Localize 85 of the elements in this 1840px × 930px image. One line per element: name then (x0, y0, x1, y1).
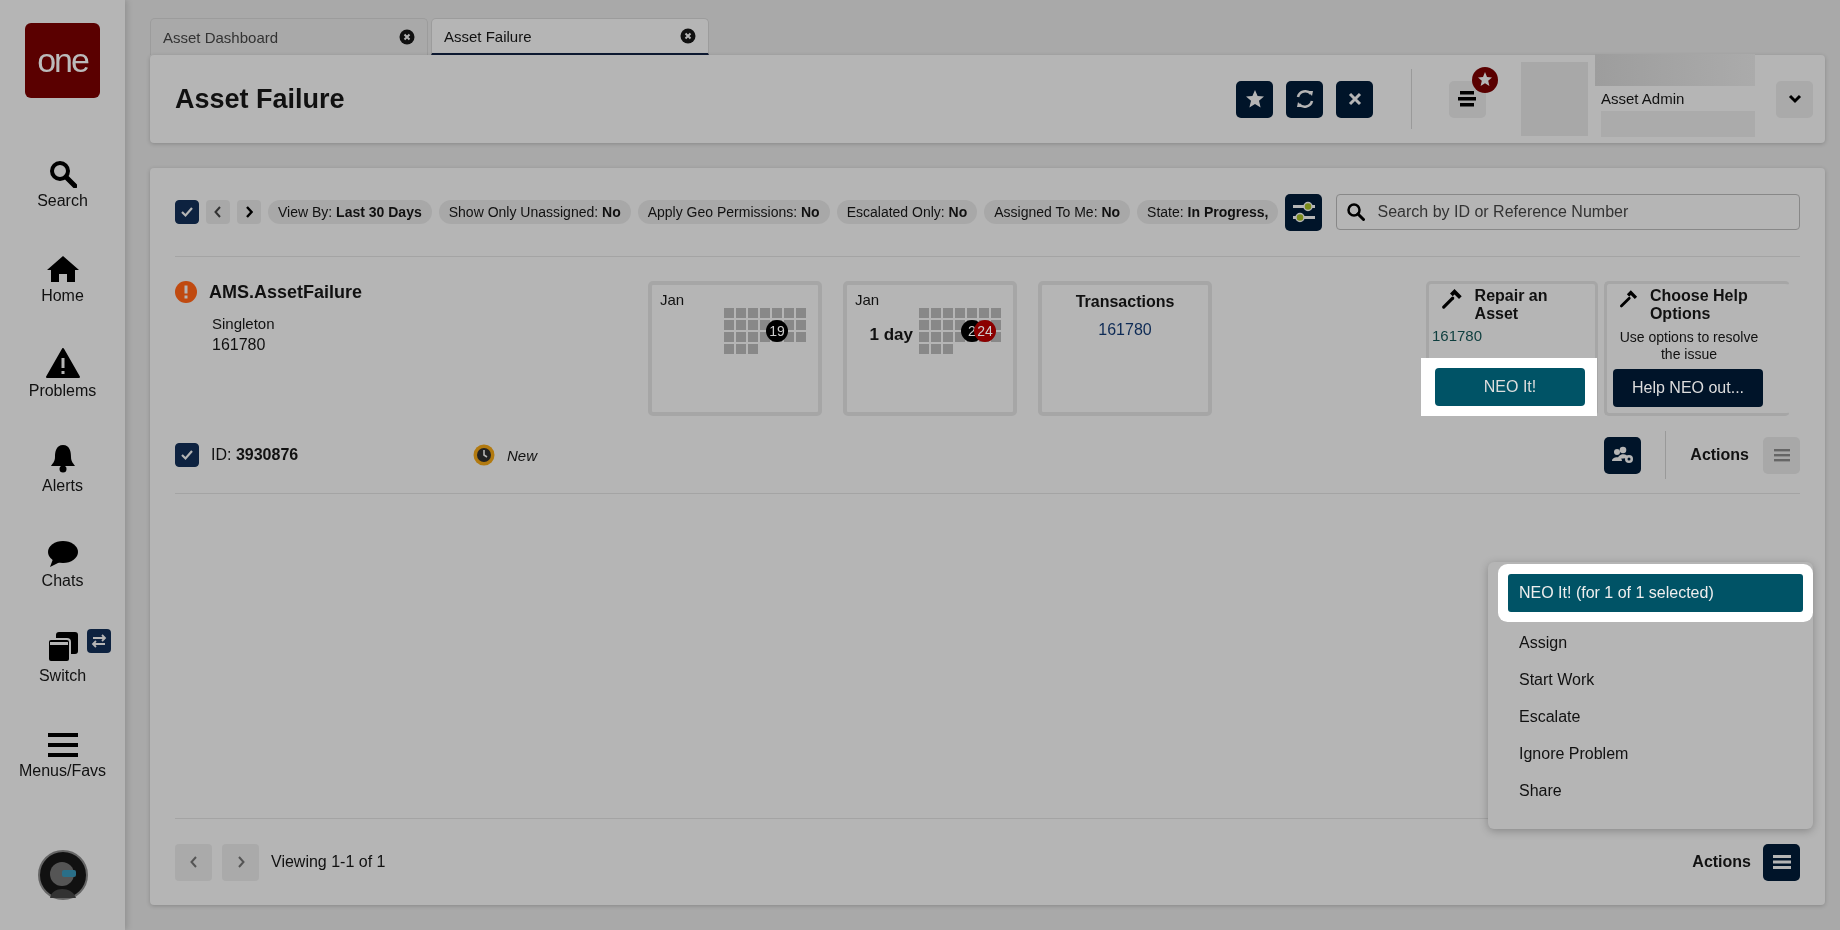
resolution-title: Choose Help Options (1649, 287, 1749, 323)
menu-item[interactable]: Share (1488, 772, 1813, 809)
search-icon (48, 160, 77, 188)
menu-icon (47, 732, 78, 758)
tab[interactable]: Asset Dashboard (150, 18, 428, 55)
date-marker[interactable]: 24 (974, 320, 996, 342)
resolution-text: Use options to resolve the issue (1619, 329, 1759, 363)
close-icon[interactable] (399, 29, 415, 45)
menu-icon (1773, 448, 1790, 462)
page-title: Asset Failure (175, 83, 346, 115)
select-all-checkbox[interactable] (175, 200, 199, 224)
bell-icon (48, 443, 77, 473)
previous-button[interactable] (206, 200, 230, 224)
month-label: Jan (855, 291, 880, 308)
card-title: Transactions (1075, 293, 1175, 311)
menu-item[interactable]: Start Work (1488, 661, 1813, 698)
filter-chip[interactable]: View By: Last 30 Days (268, 200, 432, 224)
assign-group-button[interactable] (1604, 436, 1642, 474)
filter-chip[interactable]: Assigned To Me: No (984, 200, 1131, 224)
hammer-icon (1441, 287, 1463, 311)
chevron-down-icon (1787, 94, 1802, 104)
user-menu-button[interactable] (1776, 80, 1813, 118)
sidebar-item[interactable]: Alerts (7, 400, 118, 495)
chat-bubble-icon (46, 540, 79, 568)
search-field[interactable]: Search by ID or Reference Number (1336, 194, 1800, 230)
check-icon (180, 449, 194, 461)
switch-arrows-icon[interactable] (86, 629, 111, 653)
filter-chip[interactable]: Show Only Unassigned: No (438, 200, 631, 224)
star-icon (1244, 89, 1265, 109)
resolution-reference: 161780 (1431, 327, 1484, 344)
sidebar-item[interactable]: Switch (7, 590, 118, 685)
actions-menu-button[interactable] (1763, 843, 1800, 881)
menu-item[interactable]: Assign (1488, 624, 1813, 661)
warning-icon (45, 348, 80, 378)
resolve-button[interactable]: Help NEO out... (1613, 369, 1763, 407)
resolution-title: Repair an Asset (1474, 287, 1549, 323)
menu-icon (1457, 90, 1478, 108)
refresh-button[interactable] (1286, 80, 1323, 118)
row-actions-button[interactable] (1763, 436, 1800, 474)
actions-label: Actions (1692, 853, 1751, 871)
close-button[interactable] (1336, 80, 1373, 118)
close-icon (1346, 91, 1363, 107)
record-id: ID: 3930876 (211, 446, 300, 464)
problem-type: Singleton (212, 315, 276, 332)
users-gear-icon (1610, 446, 1635, 464)
chevron-left-icon (214, 206, 222, 218)
menu-item[interactable]: Escalate (1488, 698, 1813, 735)
sidebar-item[interactable]: Menus/Favs (7, 685, 118, 780)
logo[interactable]: one (25, 23, 100, 98)
alert-icon (175, 281, 197, 303)
sidebar-item[interactable]: Search (7, 115, 118, 210)
filter-settings-button[interactable] (1285, 193, 1323, 231)
menu-icon (1772, 854, 1791, 870)
problem-title[interactable]: AMS.AssetFailure (209, 281, 363, 303)
tab[interactable]: Asset Failure (431, 18, 709, 55)
next-button[interactable] (237, 200, 261, 224)
status-label: New (507, 446, 537, 464)
avatar-icon[interactable] (37, 850, 88, 900)
reference-number: 161780 (212, 336, 267, 354)
sidebar-item[interactable]: Problems (7, 305, 118, 400)
sidebar-item[interactable]: Home (7, 210, 118, 305)
windows-icon (46, 631, 79, 663)
clock-icon (473, 444, 495, 466)
sidebar-item[interactable]: Chats (7, 495, 118, 590)
transactions-count[interactable]: 161780 (1098, 321, 1152, 339)
chevron-right-icon (245, 206, 253, 218)
favorite-button[interactable] (1236, 80, 1273, 118)
filter-chip[interactable]: Escalated Only: No (836, 200, 978, 224)
duration-label: 1 day (869, 325, 913, 345)
home-icon (45, 255, 80, 283)
filter-chip[interactable]: State: In Progress, (1137, 200, 1279, 224)
sliders-icon (1292, 201, 1316, 223)
close-icon[interactable] (680, 28, 696, 44)
menu-item[interactable]: Ignore Problem (1488, 735, 1813, 772)
user-role: Asset Admin (1600, 89, 1686, 107)
check-icon (180, 206, 194, 218)
resolve-button[interactable]: NEO It! (1435, 368, 1585, 406)
pagination-text: Viewing 1-1 of 1 (271, 853, 386, 871)
actions-label: Actions (1690, 446, 1749, 464)
filter-chip[interactable]: Apply Geo Permissions: No (637, 200, 830, 224)
row-checkbox[interactable] (175, 443, 199, 467)
chevron-left-icon (189, 856, 198, 868)
month-label: Jan (660, 291, 685, 308)
star-badge-icon (1472, 66, 1498, 93)
chevron-right-icon (236, 856, 245, 868)
